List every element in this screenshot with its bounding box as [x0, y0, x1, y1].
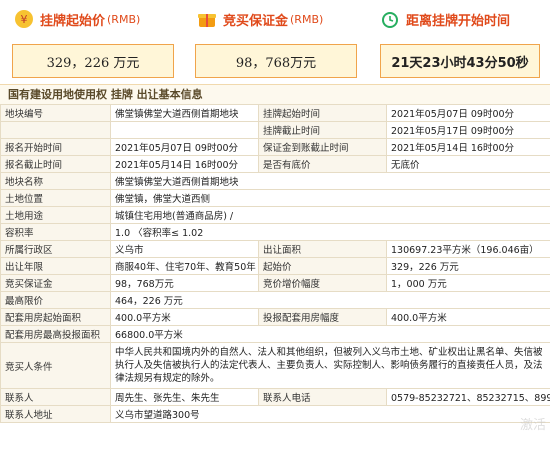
table-row: 容积率 1.0 〈容积率≤ 1.02 [0, 223, 550, 241]
row-value [110, 121, 259, 139]
table-row: 土地位置 佛堂镇，佛堂大道西侧 [0, 189, 550, 207]
row-label: 投报配套用房幅度 [258, 308, 387, 326]
section-title: 国有建设用地使用权 挂牌 出让基本信息 [0, 84, 550, 104]
row-value: 2021年05月17日 09时00分 [386, 121, 550, 139]
row-label: 竞买人条件 [0, 342, 111, 389]
row-value: 义乌市望道路300号 [110, 405, 550, 423]
table-row: 竞买保证金 98，768万元 竞价增价幅度 1，000 万元 [0, 274, 550, 292]
row-label: 报名截止时间 [0, 155, 111, 173]
table-row: 报名开始时间 2021年05月07日 09时00分 保证金到账截止时间 2021… [0, 138, 550, 156]
row-label: 出让年限 [0, 257, 111, 275]
table-row: 配套用房最高投报面积 66800.0平方米 [0, 325, 550, 343]
row-label: 竞买保证金 [0, 274, 111, 292]
svg-text:¥: ¥ [21, 13, 28, 26]
table-row: 出让年限 商服40年、住宅70年、教育50年 起始价 329，226 万元 [0, 257, 550, 275]
row-value: 佛堂镇佛堂大道西侧首期地块 [110, 172, 550, 190]
start-price-panel: ¥ 挂牌起始价 (RMB) 329，226 万元 [0, 6, 183, 78]
table-row: 所属行政区 义乌市 出让面积 130697.23平方米（196.046亩） [0, 240, 550, 258]
row-value: 中华人民共和国境内外的自然人、法人和其他组织，但被列入义乌市土地、矿业权出让黑名… [110, 342, 550, 389]
row-value: 66800.0平方米 [110, 325, 550, 343]
row-label: 联系人 [0, 388, 111, 406]
start-price-label: 挂牌起始价 [40, 13, 106, 29]
row-label: 配套用房最高投报面积 [0, 325, 111, 343]
row-label: 起始价 [258, 257, 387, 275]
table-row: 挂牌截止时间 2021年05月17日 09时00分 [0, 121, 550, 139]
row-label: 报名开始时间 [0, 138, 111, 156]
table-row: 土地用途 城镇住宅用地(普通商品房) / [0, 206, 550, 224]
row-value: 义乌市 [110, 240, 259, 258]
row-label: 土地用途 [0, 206, 111, 224]
row-value: 无底价 [386, 155, 550, 173]
row-value: 1.0 〈容积率≤ 1.02 [110, 223, 550, 241]
deposit-panel: 竞买保证金 (RMB) 98，768万元 [183, 6, 366, 78]
row-label: 是否有底价 [258, 155, 387, 173]
table-row: 配套用房起始面积 400.0平方米 投报配套用房幅度 400.0平方米 [0, 308, 550, 326]
alarm-clock-icon [382, 12, 398, 28]
gift-coins-icon [198, 14, 216, 27]
table-row: 地块名称 佛堂镇佛堂大道西侧首期地块 [0, 172, 550, 190]
table-row: 最高限价 464，226 万元 [0, 291, 550, 309]
row-value: 400.0平方米 [110, 308, 259, 326]
header-panels: ¥ 挂牌起始价 (RMB) 329，226 万元 竞买保证金 (RMB) 98，… [0, 0, 550, 80]
start-price-unit: (RMB) [107, 12, 141, 26]
row-label: 挂牌起始时间 [258, 104, 387, 122]
deposit-value: 98，768万元 [195, 44, 357, 78]
row-label: 出让面积 [258, 240, 387, 258]
money-bag-icon: ¥ [15, 10, 33, 28]
watermark: 激活 [519, 418, 546, 433]
row-label: 地块编号 [0, 104, 111, 122]
row-label: 土地位置 [0, 189, 111, 207]
row-value: 2021年05月07日 09时00分 [386, 104, 550, 122]
row-label: 配套用房起始面积 [0, 308, 111, 326]
row-value: 佛堂镇佛堂大道西侧首期地块 [110, 104, 259, 122]
countdown-value: 21天23小时43分50秒 [380, 44, 540, 78]
row-label: 联系人地址 [0, 405, 111, 423]
table-row: 竞买人条件 中华人民共和国境内外的自然人、法人和其他组织，但被列入义乌市土地、矿… [0, 342, 550, 389]
row-label: 地块名称 [0, 172, 111, 190]
row-value: 商服40年、住宅70年、教育50年 [110, 257, 259, 275]
start-price-value: 329，226 万元 [12, 44, 174, 78]
row-value: 2021年05月14日 16时00分 [386, 138, 550, 156]
countdown-panel: 距离挂牌开始时间 21天23小时43分50秒 [366, 6, 550, 78]
table-row: 联系人地址 义乌市望道路300号 [0, 405, 550, 423]
land-info-table: 地块编号 佛堂镇佛堂大道西侧首期地块 挂牌起始时间 2021年05月07日 09… [0, 104, 550, 423]
row-value: 城镇住宅用地(普通商品房) / [110, 206, 550, 224]
row-label: 保证金到账截止时间 [258, 138, 387, 156]
row-value: 0579-85232721、85232715、89988060 [386, 388, 550, 406]
row-value: 130697.23平方米（196.046亩） [386, 240, 550, 258]
row-label: 挂牌截止时间 [258, 121, 387, 139]
row-value: 464，226 万元 [110, 291, 550, 309]
row-label: 容积率 [0, 223, 111, 241]
row-label: 竞价增价幅度 [258, 274, 387, 292]
row-label: 联系人电话 [258, 388, 387, 406]
table-row: 联系人 周先生、张先生、朱先生 联系人电话 0579-85232721、8523… [0, 388, 550, 406]
row-value: 400.0平方米 [386, 308, 550, 326]
row-label: 最高限价 [0, 291, 111, 309]
row-value: 98，768万元 [110, 274, 259, 292]
row-value: 2021年05月14日 16时00分 [110, 155, 259, 173]
deposit-unit: (RMB) [290, 12, 324, 26]
row-value: 周先生、张先生、朱先生 [110, 388, 259, 406]
row-label: 所属行政区 [0, 240, 111, 258]
table-row: 地块编号 佛堂镇佛堂大道西侧首期地块 挂牌起始时间 2021年05月07日 09… [0, 104, 550, 122]
row-value: 2021年05月07日 09时00分 [110, 138, 259, 156]
row-value: 1，000 万元 [386, 274, 550, 292]
row-value: 佛堂镇，佛堂大道西侧 [110, 189, 550, 207]
table-row: 报名截止时间 2021年05月14日 16时00分 是否有底价 无底价 [0, 155, 550, 173]
countdown-label: 距离挂牌开始时间 [406, 13, 511, 29]
row-value: 329，226 万元 [386, 257, 550, 275]
row-label [0, 121, 111, 139]
deposit-label: 竞买保证金 [223, 13, 289, 29]
